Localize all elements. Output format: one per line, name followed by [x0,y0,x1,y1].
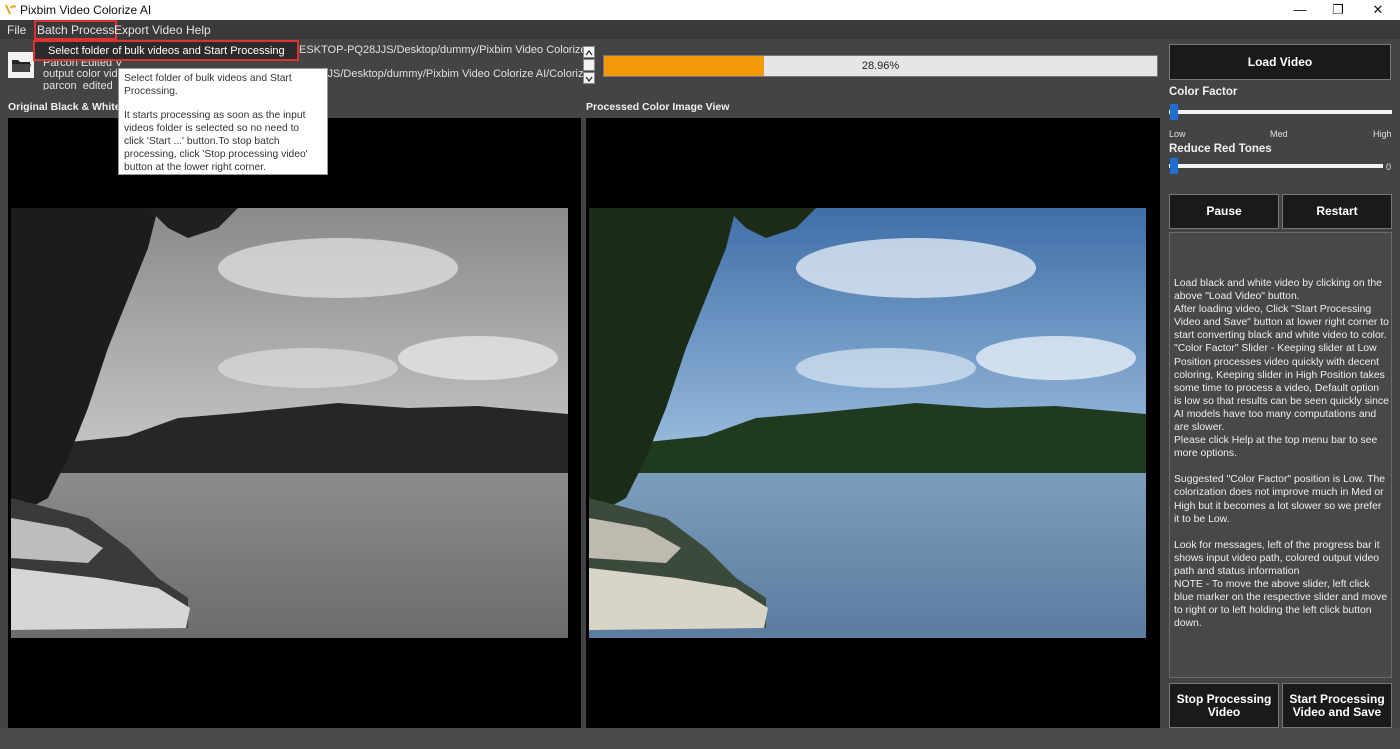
high-label: High [1373,129,1392,139]
title-bar: Pixbim Video Colorize AI — ❐ ✕ [0,0,1400,20]
select-folder-menu-item[interactable]: Select folder of bulk videos and Start P… [48,45,285,57]
chevron-up-icon [585,49,593,56]
low-label: Low [1169,129,1186,139]
restart-button[interactable]: Restart [1282,194,1392,229]
window-title: Pixbim Video Colorize AI [20,3,152,17]
info-p4: Please click Help at the top menu bar to… [1174,435,1378,460]
color-factor-label: Color Factor [1169,86,1238,98]
app-logo-icon [5,5,16,14]
reduce-red-value: 0 [1386,162,1392,172]
original-video-frame [11,208,568,638]
menu-bar: File Batch Process Export Video Help [0,20,1400,40]
processed-video-frame [589,208,1146,638]
info-p6: Look for messages, left of the progress … [1174,539,1380,577]
stop-processing-button[interactable]: Stop Processing Video [1169,683,1279,728]
scroll-thumb[interactable] [583,59,595,71]
original-view [8,118,581,728]
menu-file[interactable]: File [7,23,26,37]
processed-view-label: Processed Color Image View [586,101,730,113]
color-factor-handle[interactable] [1170,104,1178,120]
reduce-red-track[interactable] [1169,164,1383,168]
menu-export-video[interactable]: Export Video [114,23,183,37]
close-icon[interactable]: ✕ [1358,0,1398,20]
pause-button[interactable]: Pause [1169,194,1279,229]
bottom-strip [0,728,1400,749]
info-p1: Load black and white video by clicking o… [1174,278,1382,303]
instructions-panel: Load black and white video by clicking o… [1169,232,1392,678]
info-p7: NOTE - To move the above slider, left cl… [1174,578,1388,630]
info-p3: "Color Factor" Slider - Keeping slider a… [1174,343,1389,434]
load-video-button[interactable]: Load Video [1169,44,1391,80]
status-path-left: parcon_edited [43,80,113,90]
reduce-red-label: Reduce Red Tones [1169,143,1272,155]
input-path-right: ESKTOP-PQ28JJS/Desktop/dummy/Pixbim Vide… [299,44,583,56]
info-p2: After loading video, Click "Start Proces… [1174,304,1389,342]
open-folder-button[interactable] [8,52,34,78]
batch-process-dropdown: Select folder of bulk videos and Start P… [33,40,299,61]
output-path-right: JJS/Desktop/dummy/Pixbim Video Colorize … [322,68,583,80]
color-factor-track[interactable] [1169,110,1392,114]
folder-icon [12,60,31,72]
maximize-icon[interactable]: ❐ [1318,0,1358,20]
output-path-left: output color vid [43,68,118,80]
progress-bar: 28.96% [603,55,1158,77]
menu-help[interactable]: Help [186,23,211,37]
progress-text: 28.96% [861,60,900,72]
tooltip-line1: Select folder of bulk videos and Start P… [124,73,292,97]
processed-view [586,118,1160,728]
original-view-label: Original Black & White [8,101,121,113]
med-label: Med [1270,129,1288,139]
chevron-down-icon [585,76,593,83]
info-p5: Suggested "Color Factor" position is Low… [1174,474,1386,525]
start-processing-button[interactable]: Start Processing Video and Save [1282,683,1392,728]
scroll-down-button[interactable] [583,72,595,84]
reduce-red-handle[interactable] [1170,158,1178,174]
minimize-icon[interactable]: — [1280,0,1320,20]
menu-batch-process[interactable]: Batch Process [33,20,118,40]
scroll-up-button[interactable] [583,46,595,58]
menu-tooltip: Select folder of bulk videos and Start P… [118,68,328,175]
tooltip-line2: It starts processing as soon as the inpu… [124,110,308,173]
